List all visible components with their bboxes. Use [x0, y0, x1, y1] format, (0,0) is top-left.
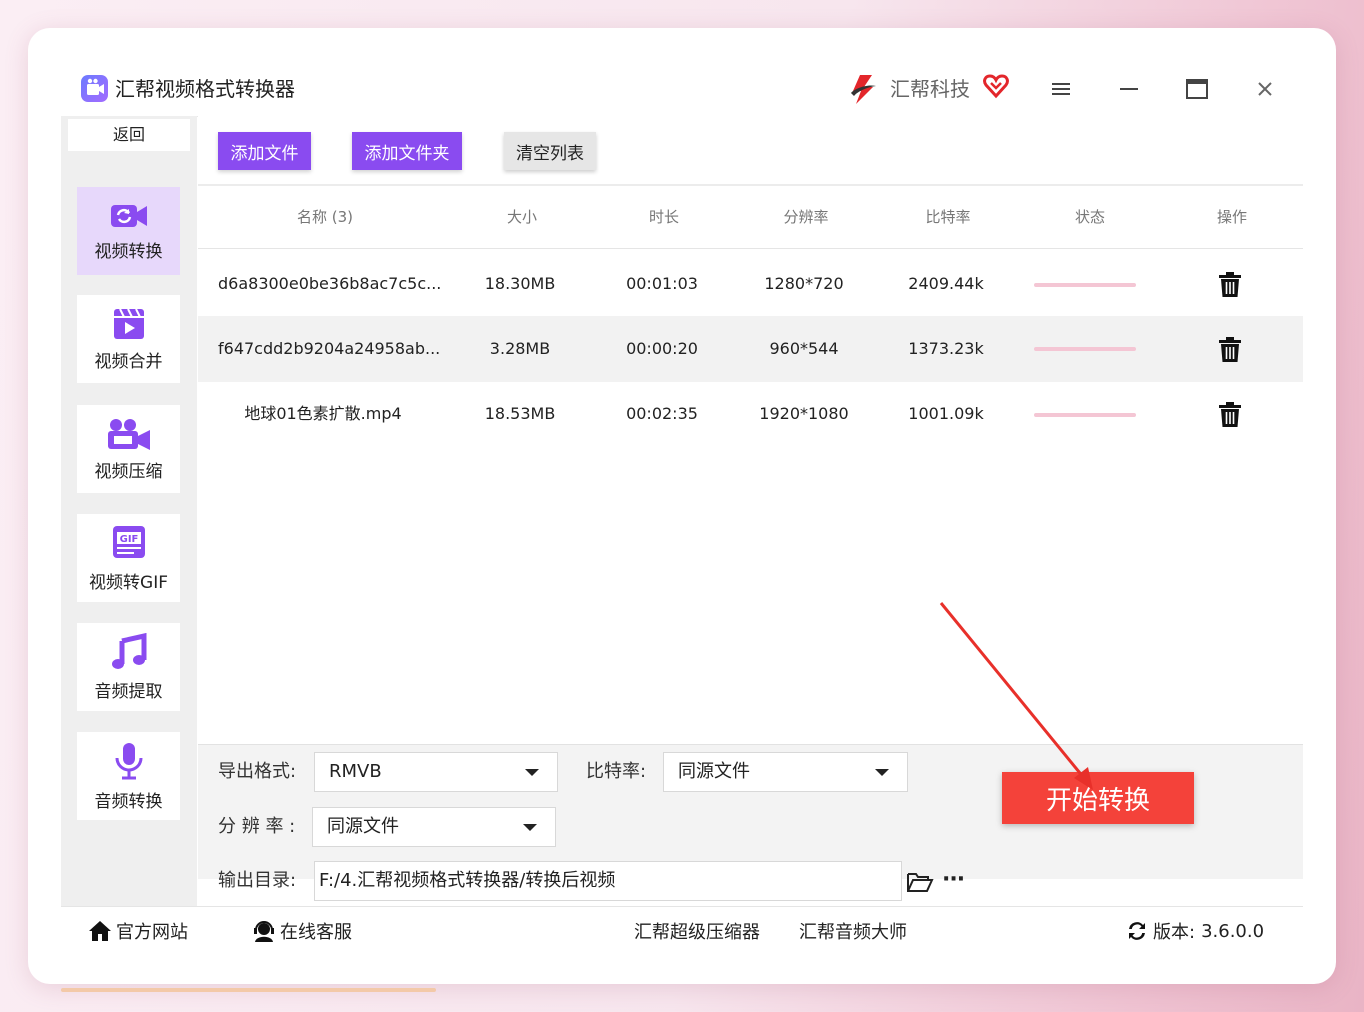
sidebar-item-video-merge[interactable]: 视频合并	[77, 295, 180, 383]
resolution-label: 分 辨 率 :	[218, 816, 296, 837]
folder-open-icon[interactable]	[906, 870, 934, 894]
chevron-down-icon	[875, 769, 889, 776]
sidebar: 返回 视频转换 视频合并 视频压缩 GIF 视频转GIF 音频提取 音频转换	[61, 116, 197, 906]
delete-icon[interactable]	[1218, 337, 1242, 363]
audio-master-link[interactable]: 汇帮音频大师	[799, 907, 907, 955]
online-support-label: 在线客服	[280, 922, 352, 943]
delete-icon[interactable]	[1218, 402, 1242, 428]
format-label: 导出格式:	[218, 761, 297, 782]
table-header: 名称 (3) 大小 时长 分辨率 比特率 状态 操作	[198, 186, 1303, 249]
official-website-label: 官方网站	[116, 922, 188, 943]
header-name: 名称 (3)	[296, 208, 354, 226]
video-compress-icon	[107, 418, 150, 450]
sidebar-item-video-convert[interactable]: 视频转换	[77, 187, 180, 275]
file-size: 3.28MB	[489, 339, 551, 358]
chevron-down-icon	[525, 769, 539, 776]
header-resolution: 分辨率	[783, 208, 829, 226]
file-size: 18.53MB	[484, 404, 556, 423]
file-resolution: 1280*720	[764, 274, 844, 293]
sidebar-item-video-compress[interactable]: 视频压缩	[77, 405, 180, 493]
file-name: d6a8300e0be36b8ac7c5c...	[218, 274, 442, 293]
home-icon	[89, 921, 111, 941]
status-progress-bar	[1034, 413, 1136, 417]
app-title: 汇帮视频格式转换器	[115, 77, 295, 101]
brand-name: 汇帮科技	[890, 77, 970, 101]
output-dir-label: 输出目录:	[218, 870, 297, 891]
file-bitrate: 1373.23k	[908, 339, 984, 358]
support-agent-icon	[254, 921, 274, 942]
add-file-button[interactable]: 添加文件	[218, 132, 311, 170]
table-row[interactable]: 地球01色素扩散.mp4 18.53MB 00:02:35 1920*1080 …	[198, 382, 1303, 446]
output-path-input[interactable]: F:/4.汇帮视频格式转换器/转换后视频	[314, 861, 902, 901]
close-icon[interactable]	[1247, 72, 1283, 106]
title-bar: 汇帮视频格式转换器 汇帮科技	[28, 28, 1336, 116]
svg-text:GIF: GIF	[119, 534, 138, 545]
file-name: 地球01色素扩散.mp4	[244, 404, 402, 423]
file-list-panel: 添加文件 添加文件夹 清空列表 名称 (3) 大小 时长 分辨率 比特率 状态 …	[198, 116, 1303, 744]
header-duration: 时长	[648, 208, 679, 226]
sidebar-item-label: 音频提取	[94, 681, 163, 702]
start-convert-button[interactable]: 开始转换	[1002, 772, 1194, 824]
music-note-icon	[111, 632, 146, 669]
more-options-button[interactable]: ···	[942, 865, 965, 895]
resolution-value: 同源文件	[327, 816, 399, 837]
video-merge-icon	[113, 308, 144, 339]
file-duration: 00:02:35	[626, 404, 698, 423]
app-logo-icon	[81, 75, 108, 102]
vip-heart-icon[interactable]	[983, 73, 1009, 99]
file-duration: 00:01:03	[626, 274, 698, 293]
version-info[interactable]: 版本: 3.6.0.0	[1125, 907, 1264, 955]
file-resolution: 1920*1080	[759, 404, 849, 423]
official-website-link[interactable]: 官方网站	[88, 907, 188, 955]
sidebar-item-label: 视频转GIF	[89, 572, 168, 593]
microphone-icon	[115, 742, 142, 779]
bitrate-value: 同源文件	[678, 761, 750, 782]
video-convert-icon	[110, 204, 147, 227]
format-value: RMVB	[329, 761, 382, 782]
output-path-value: F:/4.汇帮视频格式转换器/转换后视频	[319, 870, 616, 891]
file-name: f647cdd2b9204a24958ab...	[218, 339, 441, 358]
sidebar-item-audio-extract[interactable]: 音频提取	[77, 623, 180, 711]
menu-icon[interactable]	[1043, 72, 1079, 106]
sidebar-item-label: 视频压缩	[94, 461, 163, 482]
maximize-icon[interactable]	[1179, 72, 1215, 106]
sidebar-item-video-gif[interactable]: GIF 视频转GIF	[77, 514, 180, 602]
file-size: 18.30MB	[484, 274, 556, 293]
sidebar-item-label: 视频转换	[94, 241, 163, 262]
header-bitrate: 比特率	[925, 208, 971, 226]
resolution-select[interactable]: 同源文件	[312, 807, 556, 847]
table-row[interactable]: d6a8300e0be36b8ac7c5c... 18.30MB 00:01:0…	[198, 252, 1303, 316]
status-progress-bar	[1034, 283, 1136, 287]
format-select[interactable]: RMVB	[314, 752, 558, 792]
clear-list-button[interactable]: 清空列表	[504, 132, 596, 170]
sidebar-item-label: 音频转换	[94, 791, 163, 812]
file-duration: 00:00:20	[626, 339, 698, 358]
status-progress-bar	[1034, 347, 1136, 351]
minimize-icon[interactable]	[1111, 72, 1147, 106]
sidebar-item-label: 视频合并	[94, 351, 163, 372]
bottom-accent-strip	[61, 988, 436, 992]
refresh-icon	[1129, 922, 1145, 940]
bitrate-label: 比特率:	[586, 761, 647, 782]
header-status: 状态	[1074, 208, 1105, 226]
version-label: 版本:	[1153, 922, 1196, 943]
file-bitrate: 2409.44k	[908, 274, 984, 293]
gif-icon: GIF	[112, 525, 145, 558]
chevron-down-icon	[523, 824, 537, 831]
file-resolution: 960*544	[769, 339, 839, 358]
file-bitrate: 1001.09k	[908, 404, 984, 423]
add-folder-button[interactable]: 添加文件夹	[352, 132, 462, 170]
delete-icon[interactable]	[1218, 272, 1242, 298]
version-number: 3.6.0.0	[1201, 920, 1265, 942]
sidebar-item-audio-convert[interactable]: 音频转换	[77, 732, 180, 820]
compressor-link[interactable]: 汇帮超级压缩器	[634, 907, 760, 955]
header-actions: 操作	[1216, 208, 1247, 226]
online-support-link[interactable]: 在线客服	[252, 907, 352, 955]
header-size: 大小	[506, 208, 537, 226]
brand-logo-icon	[846, 72, 880, 106]
bitrate-select[interactable]: 同源文件	[663, 752, 908, 792]
table-row[interactable]: f647cdd2b9204a24958ab... 3.28MB 00:00:20…	[198, 316, 1303, 382]
footer: 官方网站 在线客服 汇帮超级压缩器 汇帮音频大师 版本: 3.6.0.0	[61, 906, 1303, 955]
back-button[interactable]: 返回	[68, 119, 190, 151]
